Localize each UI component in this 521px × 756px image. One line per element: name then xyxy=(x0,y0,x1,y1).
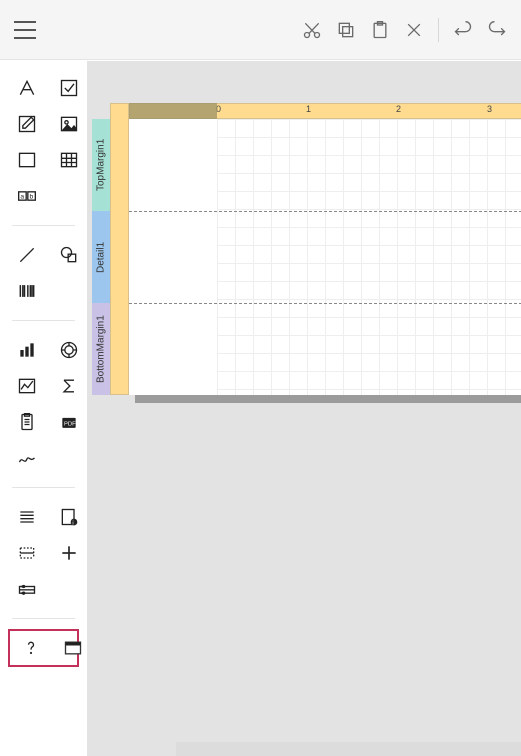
pivot-tool[interactable] xyxy=(12,576,42,602)
band-label-gutter: TopMargin1 Detail1 BottomMargin1 xyxy=(92,119,112,395)
menu-button[interactable] xyxy=(14,21,36,39)
copy-button[interactable] xyxy=(336,20,356,40)
shape-tool[interactable] xyxy=(54,242,84,268)
richtext-tool[interactable] xyxy=(12,111,42,137)
delete-button[interactable] xyxy=(404,20,424,40)
table-tool[interactable] xyxy=(54,147,84,173)
window-tool[interactable] xyxy=(58,635,88,661)
band-label-topmargin[interactable]: TopMargin1 xyxy=(92,119,110,211)
ruler-margin-overlay xyxy=(129,103,217,119)
pageinfo-tool[interactable]: i xyxy=(54,504,84,530)
highlighted-tool-group xyxy=(8,629,79,667)
charcomb-tool[interactable]: ab xyxy=(12,183,42,209)
svg-text:a: a xyxy=(20,194,24,201)
ruler-mark: 3 xyxy=(487,104,492,114)
left-margin-area xyxy=(129,119,217,395)
toc-tool[interactable] xyxy=(12,504,42,530)
chart-tool[interactable] xyxy=(12,337,42,363)
crossband-box-tool[interactable] xyxy=(54,540,84,566)
pdf-tool[interactable]: PDF xyxy=(54,409,84,435)
top-toolbar xyxy=(0,0,521,60)
design-surface[interactable] xyxy=(129,119,521,395)
band-separator[interactable] xyxy=(129,211,521,212)
help-tool[interactable] xyxy=(16,635,46,661)
cut-button[interactable] xyxy=(302,20,322,40)
checkbox-tool[interactable] xyxy=(54,75,84,101)
redo-button[interactable] xyxy=(487,20,507,40)
svg-text:i: i xyxy=(72,521,73,527)
sigma-tool[interactable] xyxy=(54,373,84,399)
sparkline-tool[interactable] xyxy=(12,373,42,399)
toolbox-divider xyxy=(12,225,75,226)
gauge-tool[interactable] xyxy=(54,337,84,363)
crossband-line-tool[interactable] xyxy=(12,540,42,566)
grid-overlay xyxy=(217,119,521,395)
main-area: ab PDF i xyxy=(0,61,521,756)
line-tool[interactable] xyxy=(12,242,42,268)
subreport-tool[interactable] xyxy=(12,409,42,435)
toolbox-sidebar: ab PDF i xyxy=(0,61,88,756)
barcode-tool[interactable] xyxy=(12,278,42,304)
canvas-shadow xyxy=(135,395,521,403)
report-canvas[interactable]: TopMargin1 Detail1 BottomMargin1 0 1 2 3 xyxy=(88,61,521,756)
ruler-mark: 1 xyxy=(306,104,311,114)
label-tool[interactable] xyxy=(12,75,42,101)
svg-text:PDF: PDF xyxy=(64,421,76,427)
band-label-detail[interactable]: Detail1 xyxy=(92,211,110,303)
horizontal-scrollbar[interactable] xyxy=(176,742,521,756)
band-label-bottommargin[interactable]: BottomMargin1 xyxy=(92,303,110,395)
edit-tools xyxy=(302,18,507,42)
paste-button[interactable] xyxy=(370,20,390,40)
panel-tool[interactable] xyxy=(12,147,42,173)
toolbar-separator xyxy=(438,18,439,42)
toolbox-divider xyxy=(12,618,75,619)
band-separator[interactable] xyxy=(129,303,521,304)
undo-button[interactable] xyxy=(453,20,473,40)
toolbox-divider xyxy=(12,320,75,321)
svg-text:b: b xyxy=(30,194,34,201)
ruler-mark: 2 xyxy=(396,104,401,114)
signature-tool[interactable] xyxy=(12,445,42,471)
vertical-ruler[interactable] xyxy=(110,103,129,395)
toolbox-divider xyxy=(12,487,75,488)
picture-tool[interactable] xyxy=(54,111,84,137)
